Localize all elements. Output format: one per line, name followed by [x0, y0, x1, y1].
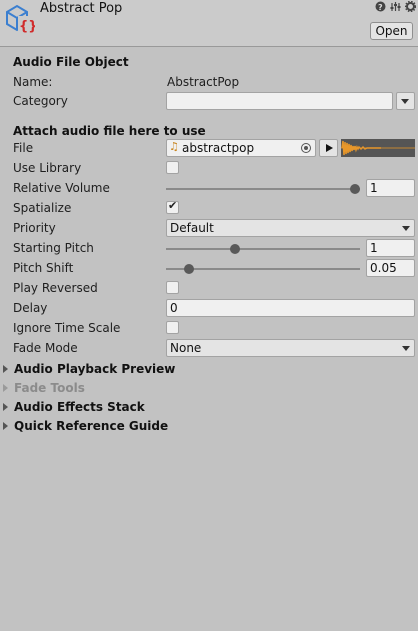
priority-row: Priority Default [0, 219, 418, 239]
play-reversed-row: Play Reversed [0, 279, 418, 299]
waveform-preview [341, 139, 415, 157]
checkmark-icon: ✔ [168, 199, 178, 212]
play-icon [326, 144, 333, 152]
category-label: Category [13, 94, 68, 108]
starting-pitch-slider-thumb[interactable] [230, 244, 241, 254]
foldout-quick-reference-guide[interactable]: Quick Reference Guide [0, 418, 418, 437]
foldout-fade-tools[interactable]: Fade Tools [0, 380, 418, 399]
audio-clip-icon: ♫ [169, 140, 179, 153]
fade-mode-label: Fade Mode [13, 341, 78, 355]
ignore-time-scale-label: Ignore Time Scale [13, 321, 121, 335]
play-reversed-label: Play Reversed [13, 281, 98, 295]
delay-label: Delay [13, 301, 48, 315]
file-object-field[interactable]: ♫ abstractpop [166, 139, 316, 157]
foldout-audio-effects-stack[interactable]: Audio Effects Stack [0, 399, 418, 418]
file-row: File ♫ abstractpop [0, 139, 418, 159]
spatialize-label: Spatialize [13, 201, 72, 215]
ignore-time-scale-checkbox[interactable] [166, 321, 179, 334]
category-input[interactable] [166, 92, 393, 110]
preset-icon[interactable] [390, 1, 401, 12]
foldout-label: Fade Tools [14, 381, 85, 395]
delay-input[interactable]: 0 [166, 299, 415, 317]
starting-pitch-label: Starting Pitch [13, 241, 94, 255]
spatialize-row: Spatialize ✔ [0, 199, 418, 219]
starting-pitch-input[interactable]: 1 [366, 239, 415, 257]
pitch-shift-label: Pitch Shift [13, 261, 74, 275]
use-library-label: Use Library [13, 161, 82, 175]
ignore-time-scale-row: Ignore Time Scale [0, 319, 418, 339]
pitch-shift-slider-thumb[interactable] [184, 264, 195, 274]
inspector-header: {} Abstract Pop ? Open [0, 0, 418, 46]
chevron-down-icon [401, 99, 409, 104]
object-picker-icon[interactable] [301, 143, 311, 153]
play-reversed-checkbox[interactable] [166, 281, 179, 294]
starting-pitch-slider-track[interactable] [166, 248, 360, 250]
relative-volume-label: Relative Volume [13, 181, 110, 195]
relative-volume-row: Relative Volume 1 [0, 179, 418, 199]
relative-volume-slider-track[interactable] [166, 188, 360, 190]
foldout-audio-playback-preview[interactable]: Audio Playback Preview [0, 361, 418, 380]
help-icon[interactable]: ? [375, 1, 386, 12]
relative-volume-input[interactable]: 1 [366, 179, 415, 197]
starting-pitch-row: Starting Pitch 1 [0, 239, 418, 259]
name-label: Name: [13, 75, 53, 89]
file-label: File [13, 141, 34, 155]
script-component-icon: {} [6, 4, 35, 34]
relative-volume-slider-thumb[interactable] [350, 184, 360, 194]
chevron-down-icon [402, 346, 410, 351]
use-library-checkbox[interactable] [166, 161, 179, 174]
svg-text:{}: {} [19, 19, 35, 34]
category-row: Category [0, 92, 418, 112]
spatialize-checkbox[interactable]: ✔ [166, 199, 179, 214]
fade-mode-dropdown[interactable]: None [166, 339, 415, 357]
file-value: abstractpop [182, 141, 255, 155]
foldout-label: Audio Effects Stack [14, 400, 145, 414]
gear-icon[interactable] [405, 1, 416, 12]
section-attach-audio-file: Attach audio file here to use [13, 124, 206, 138]
name-value: AbstractPop [167, 75, 240, 89]
priority-dropdown[interactable]: Default [166, 219, 415, 237]
pitch-shift-row: Pitch Shift 0.05 [0, 259, 418, 279]
header-divider [0, 46, 418, 47]
category-dropdown-button[interactable] [396, 92, 415, 110]
name-row: Name: AbstractPop [0, 73, 418, 93]
section-audio-file-object: Audio File Object [13, 55, 129, 69]
pitch-shift-slider-track[interactable] [166, 268, 360, 270]
foldout-label: Audio Playback Preview [14, 362, 176, 376]
play-button[interactable] [319, 139, 338, 157]
chevron-right-icon [3, 403, 8, 411]
use-library-row: Use Library [0, 159, 418, 179]
chevron-right-icon [3, 365, 8, 373]
chevron-right-icon [3, 422, 8, 430]
pitch-shift-input[interactable]: 0.05 [366, 259, 415, 277]
foldout-label: Quick Reference Guide [14, 419, 169, 433]
svg-text:?: ? [378, 3, 383, 12]
priority-value: Default [170, 221, 214, 235]
open-button[interactable]: Open [370, 22, 413, 40]
priority-label: Priority [13, 221, 56, 235]
chevron-right-icon [3, 384, 8, 392]
delay-row: Delay 0 [0, 299, 418, 319]
fade-mode-row: Fade Mode None [0, 339, 418, 359]
chevron-down-icon [402, 226, 410, 231]
fade-mode-value: None [170, 341, 202, 355]
component-title: Abstract Pop [40, 1, 123, 16]
